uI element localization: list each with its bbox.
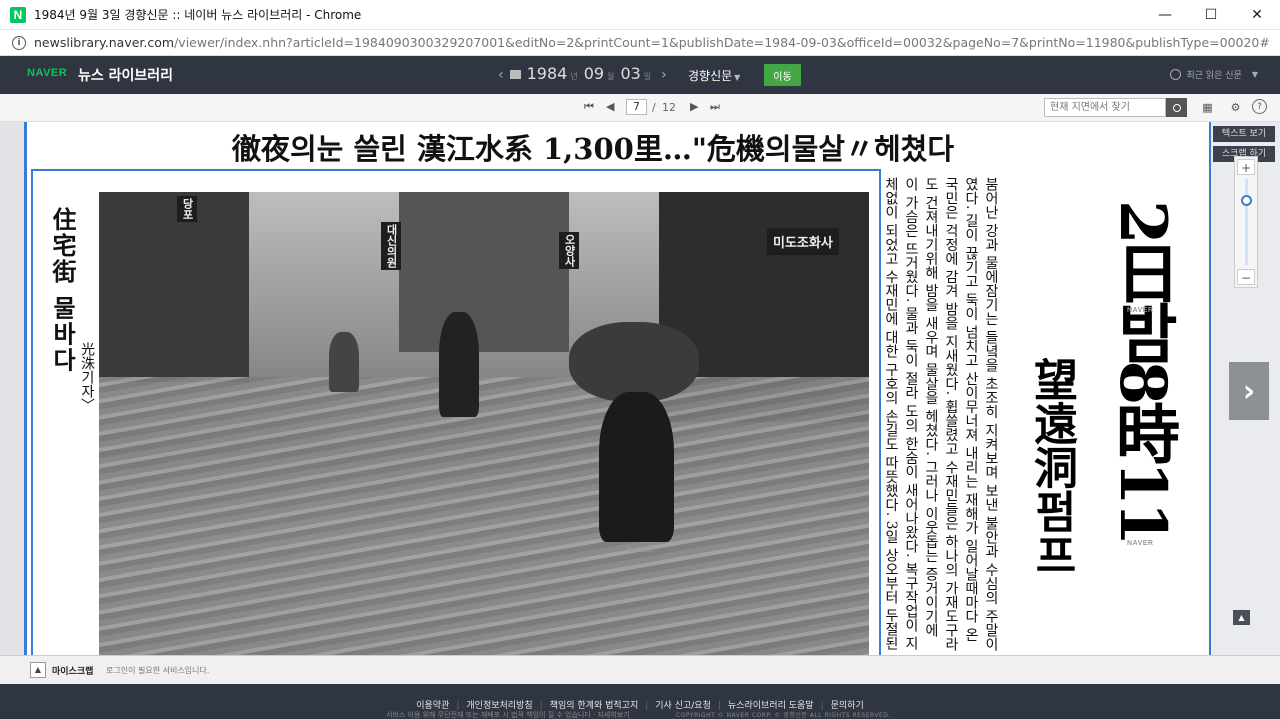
newspaper-select-value: 경향신문 <box>688 69 733 83</box>
date-year[interactable]: 1984 <box>527 64 568 83</box>
page-search-button[interactable] <box>1166 98 1187 117</box>
clock-icon <box>1170 69 1182 80</box>
browser-window: N 1984년 9월 3일 경향신문 :: 네이버 뉴스 라이브러리 - Chr… <box>0 0 1280 719</box>
footer-links: 이용약관 | 개인정보처리방침 | 책임의 한계와 법적고지 | 기사 신고/요청 | 뉴스라이… <box>0 693 1280 712</box>
next-page-arrow-icon[interactable]: › <box>1229 362 1269 420</box>
window-title: 1984년 9월 3일 경향신문 :: 네이버 뉴스 라이브러리 - Chrom… <box>34 8 362 22</box>
article-column-text: 붐어난 강과 물에잠기는 들녘을 초조히 지켜보며 보낸 불안과 수심의 주말이… <box>883 177 999 652</box>
myscrap-bar: ▲ 마이스크랩 로그인이 필요한 서비스입니다. <box>0 655 1280 684</box>
photo-person-3 <box>329 332 359 392</box>
footer-separator: | <box>645 701 649 711</box>
current-page-input[interactable]: 7 <box>626 99 647 115</box>
search-icon <box>1172 103 1181 112</box>
photo-sign-2: 대신의원 <box>381 222 401 270</box>
footer-copyright: COPYRIGHT © NAVER CORP. © 경향신문 ALL RIGHT… <box>676 712 891 719</box>
page-separator: / <box>652 101 656 114</box>
naver-favicon-icon: N <box>10 6 26 23</box>
date-next-button[interactable]: › <box>661 67 667 83</box>
footer: 이용약관 | 개인정보처리방침 | 책임의 한계와 법적고지 | 기사 신고/요청 | 뉴스라이… <box>0 684 1280 719</box>
myscrap-toggle-button[interactable]: ▲ <box>30 662 46 678</box>
chevron-down-icon: ▼ <box>734 73 741 82</box>
scroll-top-icon[interactable]: ▲ <box>1233 610 1250 625</box>
total-pages: 12 <box>662 101 676 114</box>
newspaper-viewer[interactable]: 徹夜의눈 쓸린 漢江水系 1,300里…"危機의물살〃헤쳤다 住宅街 물바다 마… <box>0 122 1280 655</box>
next-page-button[interactable]: ▶ <box>690 100 698 113</box>
left-article-title: 住宅街 물바다 <box>48 207 77 374</box>
photo-sign-1: 당포 <box>177 196 197 222</box>
photo-water <box>99 377 869 655</box>
viewer-left-gutter <box>0 122 24 655</box>
article-big-title: 2日밤8時11 <box>1105 200 1180 543</box>
prev-page-arrow-icon[interactable]: ‹ <box>30 367 66 419</box>
photo-building-left <box>99 192 249 382</box>
zoom-control: + − <box>1234 156 1258 288</box>
last-page-button[interactable]: ⏭ <box>710 100 720 114</box>
maximize-button[interactable]: ☐ <box>1188 0 1234 30</box>
photo-sack <box>569 322 699 402</box>
chevron-down-icon: ▼ <box>1251 70 1258 79</box>
date-day[interactable]: 03 <box>620 64 640 83</box>
url-text[interactable]: newslibrary.naver.com/viewer/index.nhn?a… <box>34 35 1274 50</box>
zoom-in-button[interactable]: + <box>1237 159 1255 175</box>
photo-person-2 <box>599 392 674 542</box>
address-bar[interactable]: i newslibrary.naver.com/viewer/index.nhn… <box>0 30 1280 56</box>
naver-logo[interactable]: NAVER <box>27 67 67 79</box>
date-month[interactable]: 09 <box>584 64 604 83</box>
zoom-slider-handle[interactable] <box>1241 195 1252 206</box>
date-month-unit: 월 <box>607 72 615 81</box>
date-day-unit: 일 <box>643 72 652 81</box>
date-navigator: ‹ 1984 년 09 월 03 일 › <box>494 64 671 83</box>
date-prev-button[interactable]: ‹ <box>498 67 504 83</box>
minimize-button[interactable]: — <box>1142 0 1188 30</box>
url-path: /viewer/index.nhn?articleId=198409030032… <box>174 35 1270 50</box>
close-button[interactable]: ✕ <box>1234 0 1280 30</box>
window-controls: — ☐ ✕ <box>1142 0 1280 30</box>
date-year-unit: 년 <box>570 72 578 81</box>
myscrap-login-message: 로그인이 필요한 서비스입니다. <box>106 666 210 675</box>
grid-view-icon[interactable]: ▦ <box>1199 99 1216 116</box>
service-name[interactable]: 뉴스 라이브러리 <box>78 65 173 85</box>
title-bar: N 1984년 9월 3일 경향신문 :: 네이버 뉴스 라이브러리 - Chr… <box>0 0 1280 30</box>
naver-watermark: NAVER <box>1127 307 1154 314</box>
text-view-button[interactable]: 텍스트 보기 <box>1213 126 1275 142</box>
page-search-input[interactable] <box>1044 98 1166 117</box>
calendar-icon[interactable] <box>509 70 521 79</box>
info-icon[interactable]: i <box>12 35 26 50</box>
naver-header: NAVER 뉴스 라이브러리 ‹ 1984 년 09 월 03 일 › 경향신문… <box>0 56 1280 94</box>
photo-building-mid <box>399 192 569 352</box>
photo-sign-4: 미도조화사 <box>767 228 839 255</box>
flood-photo: 당포 대신의원 오양사 미도조화사 <box>99 192 869 655</box>
first-page-button[interactable]: ⏮ <box>584 100 594 114</box>
article-sub-title: 望遠洞펌프 <box>1026 357 1077 577</box>
prev-page-button[interactable]: ◀ <box>606 100 614 113</box>
recent-papers-label: 최근 읽은 신문 <box>1186 71 1242 81</box>
page-toolbar: ⏮ ◀ 7 / 12 ▶ ⏭ ▦ ⚙ ? <box>0 94 1280 122</box>
zoom-slider-track[interactable] <box>1245 179 1248 265</box>
url-host: newslibrary.naver.com <box>34 35 175 50</box>
page-headline: 徹夜의눈 쓸린 漢江水系 1,300里…"危機의물살〃헤쳤다 <box>232 132 955 166</box>
recent-papers-menu[interactable]: 최근 읽은 신문 ▼ <box>1170 68 1258 81</box>
photo-person-1 <box>439 312 479 417</box>
naver-watermark: NAVER <box>627 547 654 554</box>
newspaper-page[interactable]: 徹夜의눈 쓸린 漢江水系 1,300里…"危機의물살〃헤쳤다 住宅街 물바다 마… <box>24 122 1211 655</box>
footer-notice: 서비스 이용 위해 무단전재 또는 재배포 시 법적 책임이 질 수 있습니다 … <box>386 711 630 719</box>
naver-watermark: NAVER <box>1127 540 1154 547</box>
go-button[interactable]: 이동 <box>764 64 801 86</box>
newspaper-select[interactable]: 경향신문 ▼ <box>688 67 740 84</box>
myscrap-label[interactable]: 마이스크랩 <box>52 664 93 677</box>
help-icon[interactable]: ? <box>1252 99 1267 114</box>
photo-sign-3: 오양사 <box>559 232 579 269</box>
zoom-out-button[interactable]: − <box>1237 269 1255 285</box>
settings-icon[interactable]: ⚙ <box>1227 99 1244 116</box>
